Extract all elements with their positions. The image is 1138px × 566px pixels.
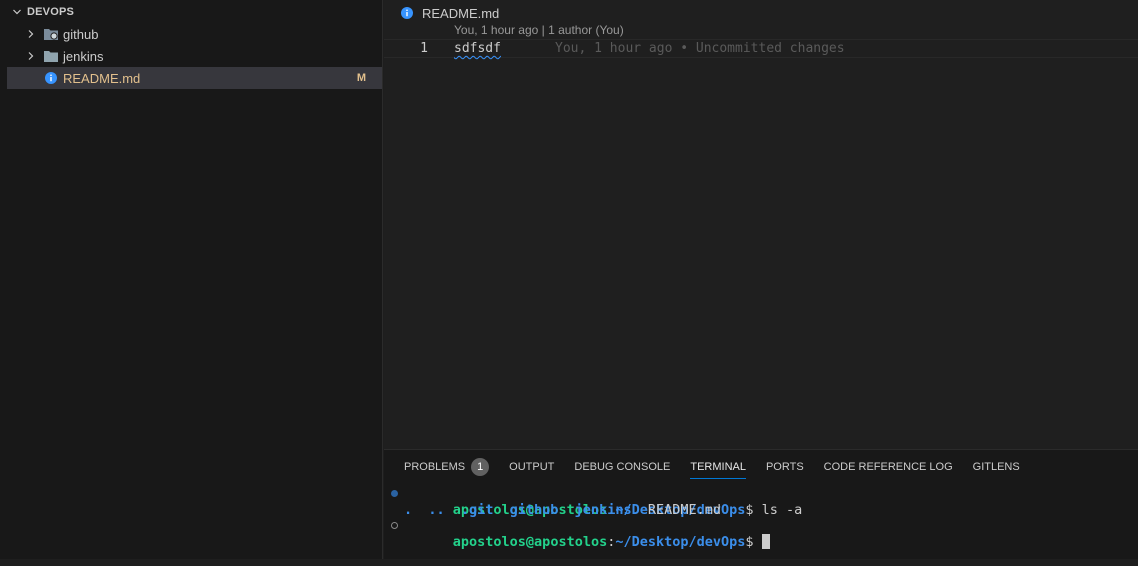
explorer-section-header[interactable]: DEVOPS (7, 2, 382, 22)
command-pending-decoration-icon[interactable] (391, 522, 398, 529)
terminal[interactable]: apostolos@apostolos:~/Desktop/devOps$ ls… (384, 486, 1138, 550)
info-icon (43, 70, 59, 86)
tree-item-label: README.md (63, 70, 141, 86)
chevron-right-icon (23, 51, 39, 61)
tab-problems[interactable]: PROBLEMS 1 (404, 450, 490, 483)
tree-item-readme[interactable]: README.md M (7, 67, 382, 89)
code-line[interactable]: sdfsdf (454, 40, 501, 58)
tree-item-github[interactable]: github (7, 23, 382, 45)
prompt-char: $ (745, 534, 762, 550)
tab-code-reference-log[interactable]: CODE REFERENCE LOG (824, 450, 953, 483)
explorer-sidebar: DEVOPS github jenkins README.md M (0, 0, 383, 559)
tree-item-label: github (63, 26, 99, 42)
bottom-panel: PROBLEMS 1 OUTPUT DEBUG CONSOLE TERMINAL… (384, 449, 1138, 559)
chevron-right-icon (23, 29, 39, 39)
tree-item-jenkins[interactable]: jenkins (7, 45, 382, 67)
breadcrumb-file[interactable]: README.md (422, 6, 499, 21)
gitlens-codelens[interactable]: You, 1 hour ago | 1 author (You) (454, 23, 624, 37)
folder-icon (43, 48, 59, 64)
tree-item-label: jenkins (63, 48, 104, 64)
line-number: 1 (420, 41, 428, 56)
tab-terminal[interactable]: TERMINAL (690, 450, 746, 483)
ls-output-dirs: . .. .git github jenkins (404, 502, 632, 518)
terminal-line: . .. .git github jenkins README.md (384, 502, 1138, 518)
breadcrumb[interactable]: README.md (400, 4, 499, 22)
tab-ports[interactable]: PORTS (766, 450, 804, 483)
terminal-line: apostolos@apostolos:~/Desktop/devOps$ (384, 518, 1138, 550)
terminal-cursor (761, 534, 770, 549)
explorer-section-title: DEVOPS (27, 6, 75, 18)
git-status-badge: M (356, 72, 366, 84)
tab-output[interactable]: OUTPUT (509, 450, 554, 483)
github-folder-icon (43, 26, 59, 42)
panel-tabs: PROBLEMS 1 OUTPUT DEBUG CONSOLE TERMINAL… (384, 450, 1020, 483)
tab-debug-console[interactable]: DEBUG CONSOLE (574, 450, 670, 483)
prompt-user-host: apostolos@apostolos (452, 534, 608, 550)
editor-area[interactable]: README.md You, 1 hour ago | 1 author (Yo… (384, 0, 1138, 449)
command-success-decoration-icon[interactable] (391, 490, 398, 497)
problems-count-badge: 1 (471, 457, 490, 476)
prompt-path: ~/Desktop/devOps (615, 534, 746, 550)
ls-output-files: README.md (631, 502, 721, 518)
info-icon (400, 5, 416, 21)
tab-gitlens[interactable]: GITLENS (973, 450, 1020, 483)
terminal-line: apostolos@apostolos:~/Desktop/devOps$ ls… (384, 486, 1138, 518)
tab-problems-label: PROBLEMS (404, 460, 466, 473)
chevron-down-icon (7, 7, 27, 17)
inline-blame: You, 1 hour ago • Uncommitted changes (555, 41, 845, 56)
